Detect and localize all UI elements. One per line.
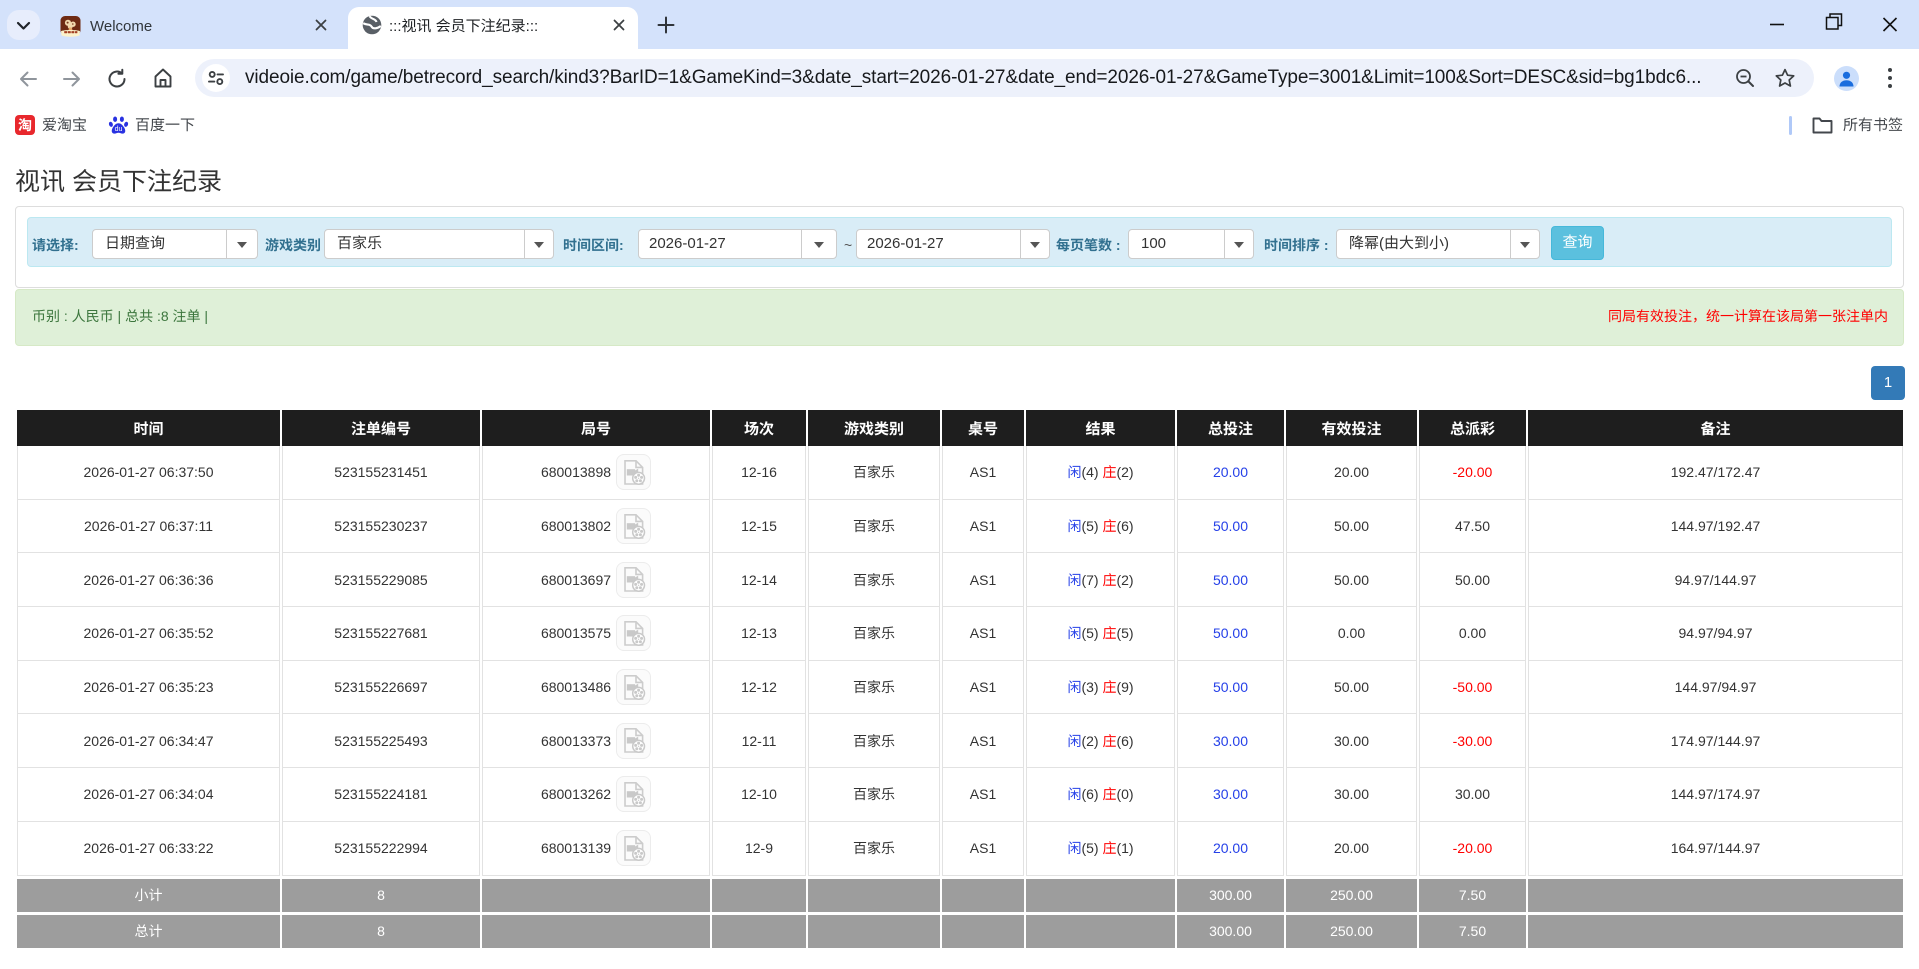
svg-text:du: du — [115, 126, 123, 133]
